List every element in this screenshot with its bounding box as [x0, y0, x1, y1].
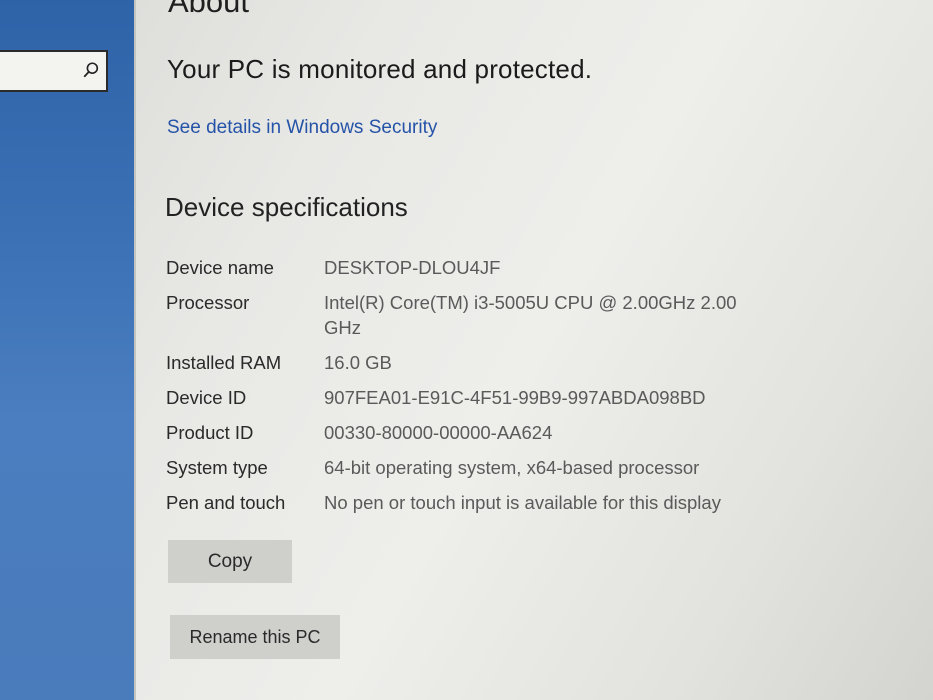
spec-row-product-id: Product ID 00330-80000-00000-AA624	[166, 420, 806, 445]
spec-row-pen-and-touch: Pen and touch No pen or touch input is a…	[166, 490, 806, 515]
protection-status: Your PC is monitored and protected.	[167, 54, 593, 84]
copy-button[interactable]: Copy	[168, 540, 292, 583]
spec-row-installed-ram: Installed RAM 16.0 GB	[166, 350, 806, 375]
device-id-value: 907FEA01-E91C-4F51-99B9-997ABDA098BD	[324, 387, 706, 408]
system-type-value: 64-bit operating system, x64-based proce…	[324, 457, 700, 478]
installed-ram-value: 16.0 GB	[324, 352, 392, 373]
product-id-value: 00330-80000-00000-AA624	[324, 422, 553, 443]
spec-label: Processor	[166, 292, 250, 313]
spec-label: Device name	[166, 257, 274, 278]
spec-label: Pen and touch	[166, 492, 286, 513]
spec-label: Device ID	[166, 387, 247, 408]
spec-label: System type	[166, 457, 268, 478]
device-name-value: DESKTOP-DLOU4JF	[324, 257, 501, 278]
processor-value: Intel(R) Core(TM) i3-5005U CPU @ 2.00GHz…	[324, 292, 737, 338]
pen-and-touch-value: No pen or touch input is available for t…	[324, 492, 721, 513]
page-title: About	[168, 0, 250, 19]
spec-label: Product ID	[166, 422, 254, 443]
spec-row-device-name: Device name DESKTOP-DLOU4JF	[166, 255, 806, 280]
rename-pc-button[interactable]: Rename this PC	[170, 615, 340, 659]
spec-row-system-type: System type 64-bit operating system, x64…	[166, 455, 806, 480]
spec-row-device-id: Device ID 907FEA01-E91C-4F51-99B9-997ABD…	[166, 385, 806, 410]
device-specifications-title: Device specifications	[165, 192, 408, 222]
about-page: About Your PC is monitored and protected…	[0, 0, 933, 700]
windows-security-link[interactable]: See details in Windows Security	[167, 117, 437, 139]
spec-label: Installed RAM	[166, 352, 282, 373]
device-specifications-table: Device name DESKTOP-DLOU4JF Processor In…	[166, 255, 806, 515]
spec-row-processor: Processor Intel(R) Core(TM) i3-5005U CPU…	[166, 290, 806, 340]
